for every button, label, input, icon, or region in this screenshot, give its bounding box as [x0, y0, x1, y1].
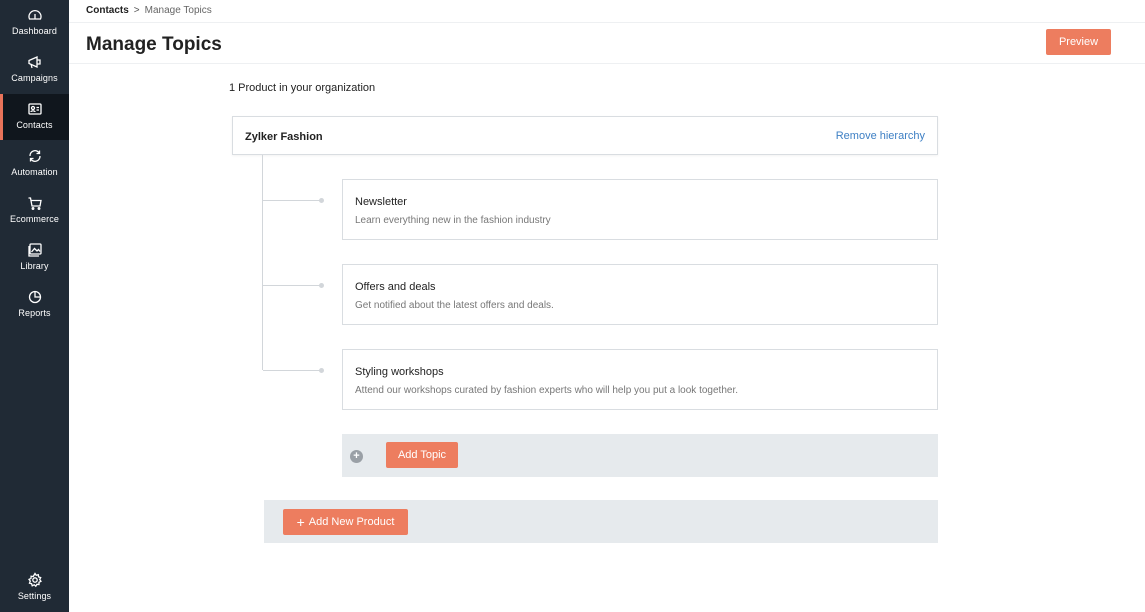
tree-node-dot: [319, 368, 324, 373]
add-topic-button[interactable]: Add Topic: [386, 442, 458, 468]
plus-icon: +: [296, 514, 305, 530]
tree-node-dot: [319, 198, 324, 203]
sidebar-item-contacts[interactable]: Contacts: [0, 94, 69, 140]
page-title: Manage Topics: [86, 34, 222, 55]
preview-button[interactable]: Preview: [1046, 29, 1111, 55]
tree-connector-horizontal: [263, 285, 320, 286]
topic-card-styling-workshops[interactable]: Styling workshops Attend our workshops c…: [342, 349, 938, 410]
add-topic-bar: + Add Topic: [342, 434, 938, 477]
automation-cycle-icon: [27, 148, 43, 164]
header-divider: [69, 22, 1145, 23]
add-product-bar: + Add New Product: [264, 500, 938, 543]
sidebar-item-label: Library: [20, 261, 49, 271]
topic-description: Get notified about the latest offers and…: [355, 300, 554, 311]
shopping-cart-icon: [27, 195, 43, 211]
sidebar-item-settings[interactable]: Settings: [0, 565, 69, 611]
image-library-icon: [27, 242, 43, 258]
tree-connector-vertical: [262, 155, 263, 370]
sidebar-item-reports[interactable]: Reports: [0, 282, 69, 328]
dashboard-gauge-icon: [27, 7, 43, 23]
sidebar-item-label: Ecommerce: [10, 214, 59, 224]
sidebar-item-automation[interactable]: Automation: [0, 141, 69, 187]
topic-card-offers-and-deals[interactable]: Offers and deals Get notified about the …: [342, 264, 938, 325]
contact-card-icon: [27, 101, 43, 117]
product-count-text: 1 Product in your organization: [229, 82, 376, 94]
topic-description: Learn everything new in the fashion indu…: [355, 215, 551, 226]
sidebar-item-dashboard[interactable]: Dashboard: [0, 0, 69, 46]
sidebar-item-label: Settings: [17, 591, 52, 601]
megaphone-icon: [27, 54, 43, 70]
sidebar-item-label: Dashboard: [12, 26, 57, 36]
sidebar-item-label: Automation: [11, 167, 58, 177]
breadcrumb-separator: >: [133, 5, 140, 16]
tree-connector-horizontal: [263, 200, 320, 201]
product-name: Zylker Fashion: [245, 131, 323, 143]
breadcrumb-current: Manage Topics: [144, 5, 212, 16]
breadcrumb-contacts-link[interactable]: Contacts: [86, 5, 129, 16]
topic-title: Newsletter: [355, 196, 407, 208]
sidebar-item-campaigns[interactable]: Campaigns: [0, 47, 69, 93]
topic-card-newsletter[interactable]: Newsletter Learn everything new in the f…: [342, 179, 938, 240]
add-new-product-button[interactable]: + Add New Product: [283, 509, 408, 535]
topic-description: Attend our workshops curated by fashion …: [355, 385, 739, 396]
tree-connector-horizontal: [263, 370, 320, 371]
sidebar-item-library[interactable]: Library: [0, 235, 69, 281]
topic-title: Styling workshops: [355, 366, 444, 378]
add-new-product-label: Add New Product: [308, 516, 395, 528]
gear-icon: [27, 572, 43, 588]
pie-chart-icon: [27, 289, 43, 305]
breadcrumb: Contacts > Manage Topics: [86, 5, 212, 16]
sidebar-item-label: Reports: [18, 308, 51, 318]
sidebar-item-ecommerce[interactable]: Ecommerce: [0, 188, 69, 234]
title-divider: [69, 63, 1145, 64]
product-card: Zylker Fashion Remove hierarchy: [232, 116, 938, 155]
sidebar-item-label: Contacts: [16, 120, 53, 130]
tree-node-dot: [319, 283, 324, 288]
remove-hierarchy-link[interactable]: Remove hierarchy: [836, 130, 925, 142]
topic-title: Offers and deals: [355, 281, 436, 293]
sidebar: Dashboard Campaigns Contacts Automation …: [0, 0, 69, 612]
sidebar-item-label: Campaigns: [11, 73, 58, 83]
add-circle-icon[interactable]: +: [350, 450, 363, 463]
